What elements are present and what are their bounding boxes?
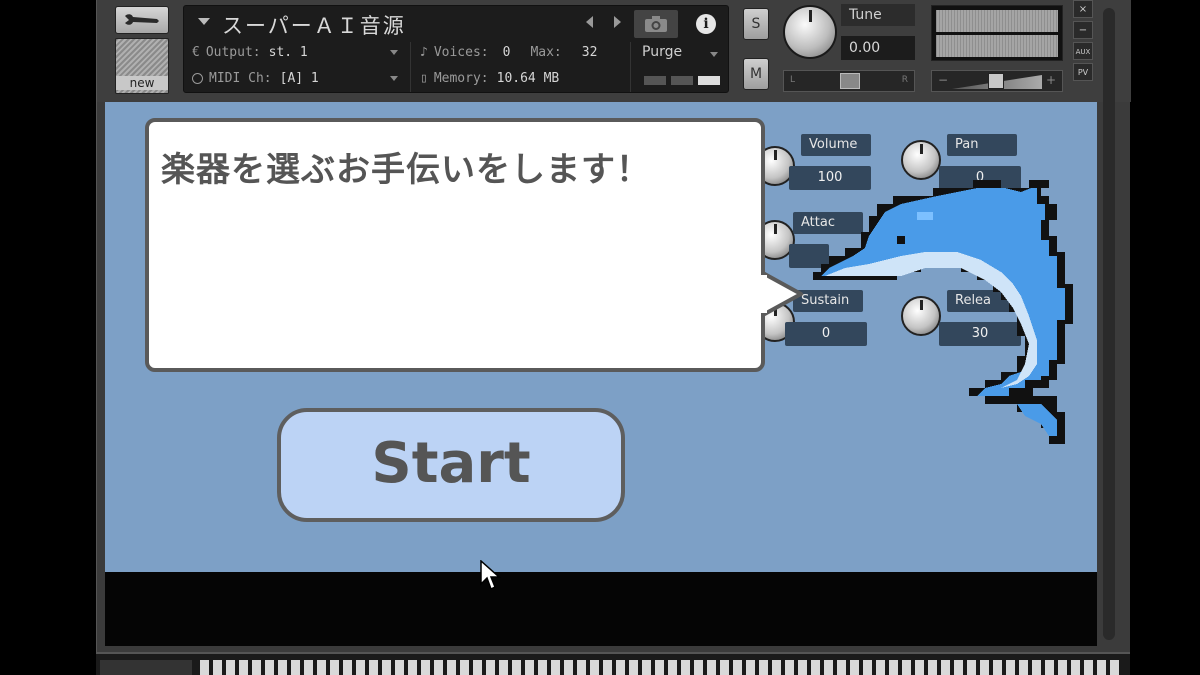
purge-indicator — [644, 76, 720, 85]
purge-dropdown-icon[interactable] — [710, 52, 718, 57]
tune-value[interactable]: 0.00 — [841, 36, 915, 60]
purge-control[interactable]: Purge — [634, 42, 726, 90]
max-label: Max: — [530, 44, 562, 60]
vertical-scrollbar[interactable] — [1103, 8, 1115, 640]
wrench-icon — [125, 14, 159, 25]
next-instrument-icon[interactable] — [614, 16, 621, 28]
outer-left-black — [0, 0, 96, 675]
memory-value: 10.64 MB — [496, 70, 560, 86]
volume-label: Volume — [801, 134, 871, 156]
lower-panel — [105, 572, 1097, 646]
tune-label: Tune — [841, 4, 915, 26]
voices-row: ♪ Voices: 0 Max: 32 — [420, 40, 630, 64]
instrument-info-panel: スーパーＡＩ音源 i € Output: st. 1 MIDI Ch: [A] … — [183, 5, 729, 93]
level-meter-left — [936, 10, 1058, 32]
level-meter-right — [936, 35, 1058, 57]
start-button[interactable]: Start — [277, 408, 625, 522]
instrument-frame: new スーパーＡＩ音源 i € Output: st. 1 MIDI Ch: … — [96, 0, 1131, 652]
midi-label: MIDI Ch: — [209, 70, 272, 86]
volume-plus-label: + — [1045, 73, 1056, 87]
instrument-header: new スーパーＡＩ音源 i € Output: st. 1 MIDI Ch: … — [97, 0, 1131, 102]
midi-value: [A] 1 — [279, 70, 319, 86]
volume-minus-label: − — [938, 73, 949, 87]
piano-keyboard[interactable] — [96, 652, 1130, 675]
voices-value: 0 — [502, 44, 511, 60]
divider — [410, 42, 411, 92]
tune-knob[interactable] — [783, 5, 837, 59]
output-label: Output: — [205, 44, 261, 60]
divider — [630, 42, 631, 92]
new-label: new — [116, 76, 168, 90]
speech-bubble-tail — [761, 270, 803, 318]
volume-slider-handle[interactable] — [988, 73, 1004, 89]
solo-button[interactable]: S — [743, 8, 769, 40]
info-icon: i — [696, 14, 716, 34]
pan-slider[interactable]: L R — [783, 70, 915, 92]
purge-label: Purge — [642, 44, 683, 60]
pan-label: Pan — [947, 134, 1017, 156]
instrument-name[interactable]: スーパーＡＩ音源 — [222, 10, 406, 40]
wrench-button[interactable] — [115, 6, 169, 34]
speech-bubble: 楽器を選ぶお手伝いをします！ — [145, 118, 765, 372]
midi-channel-row[interactable]: MIDI Ch: [A] 1 — [192, 66, 404, 90]
pan-knob[interactable] — [901, 140, 941, 180]
instrument-menu-caret-icon[interactable] — [198, 18, 210, 25]
volume-slider[interactable]: − + — [931, 70, 1063, 92]
aux-button[interactable]: AUX — [1073, 42, 1093, 60]
voices-label: Voices: — [433, 44, 489, 60]
midi-icon — [192, 72, 203, 84]
memory-row: ▯ Memory: 10.64 MB — [420, 66, 630, 90]
minimize-button[interactable]: − — [1073, 21, 1093, 39]
instrument-name-row: スーパーＡＩ音源 — [190, 8, 628, 38]
voices-icon: ♪ — [420, 44, 428, 60]
dolphin-mascot — [813, 180, 1073, 444]
camera-icon — [645, 16, 667, 32]
mute-button[interactable]: M — [743, 58, 769, 90]
output-dropdown-icon[interactable] — [390, 50, 398, 55]
output-icon: € — [192, 44, 200, 60]
close-button[interactable]: × — [1073, 0, 1093, 18]
pan-left-label: L — [790, 75, 796, 85]
memory-label: Memory: — [433, 70, 489, 86]
keyboard-modwheels[interactable] — [100, 660, 192, 675]
pan-right-label: R — [901, 75, 908, 85]
memory-icon: ▯ — [420, 70, 428, 86]
window-buttons: × − AUX PV — [1073, 0, 1093, 84]
output-value: st. 1 — [268, 44, 308, 60]
pan-slider-handle[interactable] — [840, 73, 860, 89]
max-voices-value[interactable]: 32 — [582, 45, 598, 60]
snapshot-camera-button[interactable] — [634, 10, 678, 38]
outer-right-black — [1130, 0, 1200, 675]
bubble-message: 楽器を選ぶお手伝いをします！ — [161, 150, 651, 190]
info-button[interactable]: i — [688, 10, 724, 38]
midi-dropdown-icon[interactable] — [390, 76, 398, 81]
mouse-cursor-icon — [480, 560, 501, 591]
previous-instrument-icon[interactable] — [586, 16, 593, 28]
level-meter — [931, 5, 1063, 61]
output-row[interactable]: € Output: st. 1 — [192, 40, 404, 64]
keyboard-keys[interactable] — [200, 660, 1120, 675]
new-snapshot-button[interactable]: new — [115, 38, 169, 94]
pv-button[interactable]: PV — [1073, 63, 1093, 81]
instrument-ui-area: Volume 100 Pan 0 Attac Sustain 0 Relea 3… — [105, 102, 1097, 572]
